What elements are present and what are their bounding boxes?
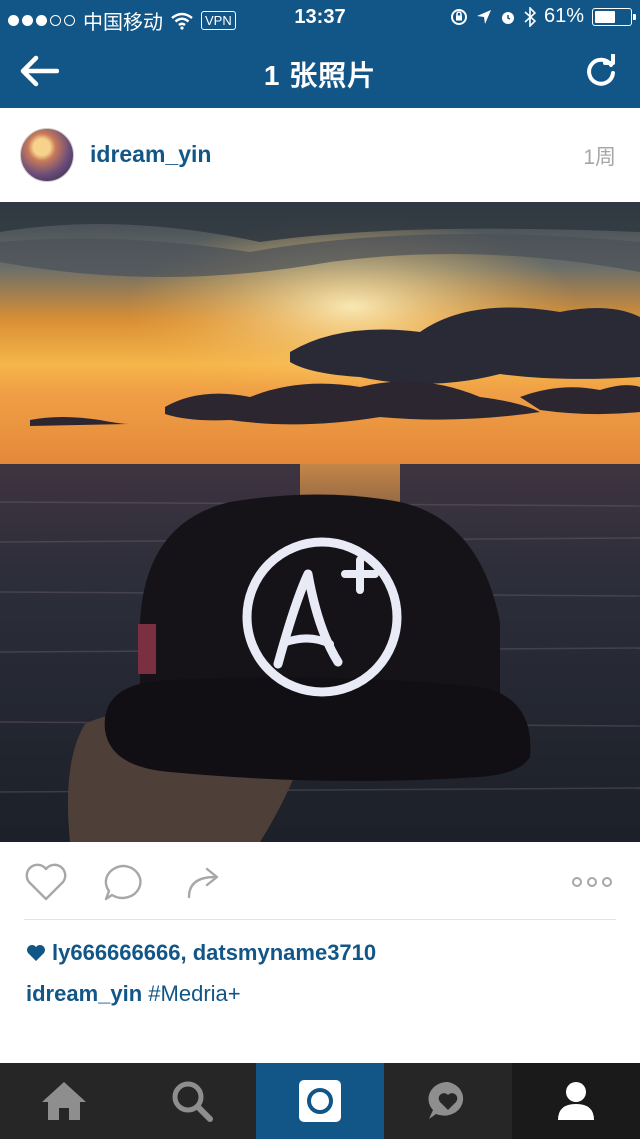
back-button[interactable] xyxy=(14,48,64,94)
like-button[interactable] xyxy=(22,860,70,904)
top-bar: 中国移动 VPN 13:37 61% 1 张照片 xyxy=(0,0,640,108)
likers-text[interactable]: ly666666666, datsmyname3710 xyxy=(52,940,376,966)
status-left: 中国移动 VPN xyxy=(8,6,236,35)
status-bar: 中国移动 VPN 13:37 61% xyxy=(0,0,640,36)
bluetooth-icon xyxy=(524,6,536,27)
caption-hashtag[interactable]: #Medria+ xyxy=(148,981,240,1006)
profile-icon xyxy=(558,1082,594,1120)
more-icon xyxy=(572,877,612,887)
status-right: 61% xyxy=(450,5,636,28)
battery-icon xyxy=(592,7,636,26)
camera-icon xyxy=(299,1080,341,1122)
post-actions xyxy=(0,842,640,920)
back-arrow-icon xyxy=(20,55,59,87)
tab-search[interactable] xyxy=(128,1063,256,1139)
more-button[interactable] xyxy=(568,860,616,904)
carrier-label: 中国移动 xyxy=(83,12,163,34)
post-header: idream_yin 1周 xyxy=(0,108,640,200)
tab-home[interactable] xyxy=(0,1063,128,1139)
vpn-badge: VPN xyxy=(201,11,236,30)
tab-bar xyxy=(0,1063,640,1139)
tab-camera[interactable] xyxy=(256,1063,384,1139)
refresh-icon xyxy=(587,54,615,86)
heart-icon xyxy=(25,863,67,901)
wifi-icon xyxy=(171,12,193,30)
refresh-button[interactable] xyxy=(576,48,626,94)
search-icon xyxy=(172,1081,213,1122)
avatar[interactable] xyxy=(20,128,74,182)
heart-filled-icon xyxy=(27,945,45,961)
photo-image xyxy=(0,202,640,842)
caption-username[interactable]: idream_yin xyxy=(26,981,142,1006)
comment-button[interactable] xyxy=(100,860,148,904)
comment-icon xyxy=(104,864,142,901)
tab-profile[interactable] xyxy=(512,1063,640,1139)
rotation-lock-icon xyxy=(450,8,467,25)
activity-icon xyxy=(428,1081,464,1119)
share-icon xyxy=(187,867,219,899)
signal-icon xyxy=(8,15,75,26)
tab-activity[interactable] xyxy=(384,1063,512,1139)
battery-percent: 61% xyxy=(543,5,584,27)
post-time: 1周 xyxy=(583,146,616,169)
caption: idream_yin #Medria+ xyxy=(26,981,241,1007)
location-icon xyxy=(476,9,491,24)
share-button[interactable] xyxy=(180,860,228,904)
post-photo[interactable] xyxy=(0,202,640,842)
likes-line: ly666666666, datsmyname3710 xyxy=(26,940,376,966)
battery-fill xyxy=(595,10,615,23)
page-title: 1 张照片 xyxy=(263,60,377,91)
divider xyxy=(24,919,616,920)
alarm-icon xyxy=(501,11,514,24)
home-icon xyxy=(42,1082,86,1120)
nav-bar: 1 张照片 xyxy=(0,36,640,108)
post-username[interactable]: idream_yin xyxy=(90,141,211,168)
